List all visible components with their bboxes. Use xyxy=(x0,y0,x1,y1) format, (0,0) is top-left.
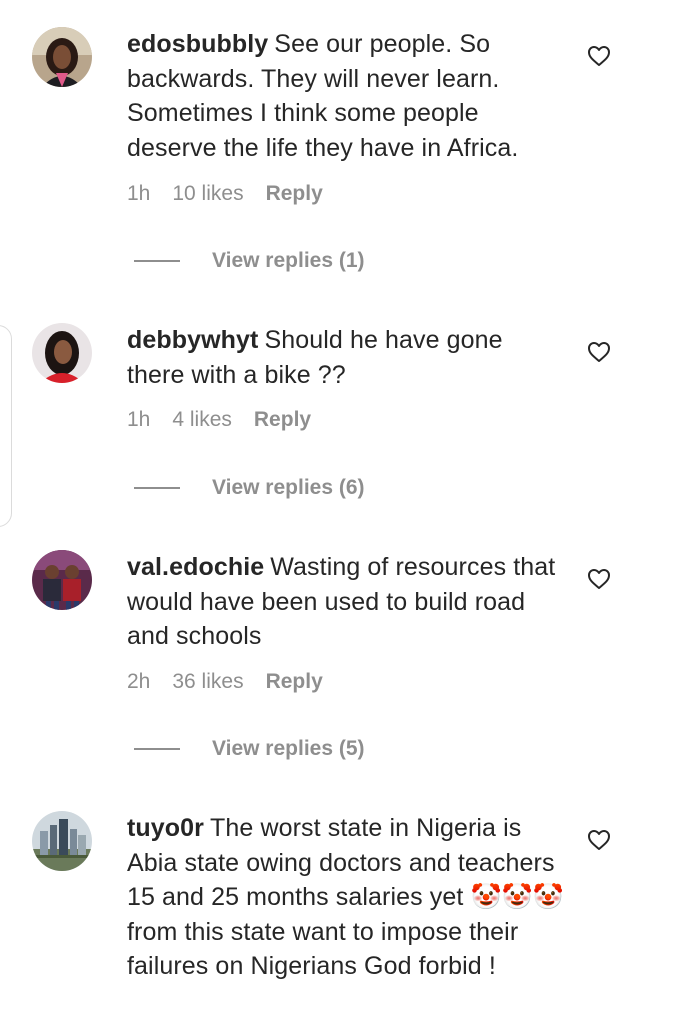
reply-button[interactable]: Reply xyxy=(266,182,323,206)
comment-time: 2h xyxy=(127,670,151,693)
comment-likes[interactable]: 36 likes xyxy=(172,670,243,694)
view-replies-button[interactable]: View replies (5) xyxy=(134,737,365,761)
view-replies-button[interactable]: View replies (1) xyxy=(134,249,365,273)
avatar[interactable] xyxy=(32,550,92,610)
comment-time: 1h xyxy=(127,408,151,431)
replies-divider xyxy=(134,748,180,750)
comment-text-block: debbywhyt Should he have gone there with … xyxy=(127,323,567,392)
left-edge-panel xyxy=(0,325,12,527)
comment-time: 1h xyxy=(127,182,151,205)
comment-likes[interactable]: 4 likes xyxy=(172,408,232,432)
comment-username[interactable]: val.edochie xyxy=(127,553,264,581)
view-replies-label: View replies (6) xyxy=(212,476,365,499)
heart-icon[interactable] xyxy=(587,829,611,851)
view-replies-label: View replies (1) xyxy=(212,249,365,272)
avatar[interactable] xyxy=(32,811,92,871)
comment-text-block: tuyo0r The worst state in Nigeria is Abia… xyxy=(127,811,567,984)
heart-icon[interactable] xyxy=(587,568,611,590)
heart-icon[interactable] xyxy=(587,45,611,67)
avatar[interactable] xyxy=(32,323,92,383)
comment-likes[interactable]: 10 likes xyxy=(172,182,243,206)
comment-username[interactable]: tuyo0r xyxy=(127,814,204,842)
heart-icon[interactable] xyxy=(587,341,611,363)
reply-button[interactable]: Reply xyxy=(266,670,323,694)
reply-button[interactable]: Reply xyxy=(254,408,311,432)
comment-meta: 1h 4 likes Reply xyxy=(127,408,311,432)
avatar[interactable] xyxy=(32,27,92,87)
view-replies-label: View replies (5) xyxy=(212,737,365,760)
comment-text-block: edosbubbly See our people. So backwards. … xyxy=(127,27,567,165)
comment-username[interactable]: edosbubbly xyxy=(127,30,268,58)
replies-divider xyxy=(134,487,180,489)
view-replies-button[interactable]: View replies (6) xyxy=(134,476,365,500)
replies-divider xyxy=(134,260,180,262)
comment-username[interactable]: debbywhyt xyxy=(127,326,258,354)
comment-meta: 2h 36 likes Reply xyxy=(127,670,323,694)
comment-meta: 1h 10 likes Reply xyxy=(127,182,323,206)
comment-text-block: val.edochie Wasting of resources that wou… xyxy=(127,550,567,654)
